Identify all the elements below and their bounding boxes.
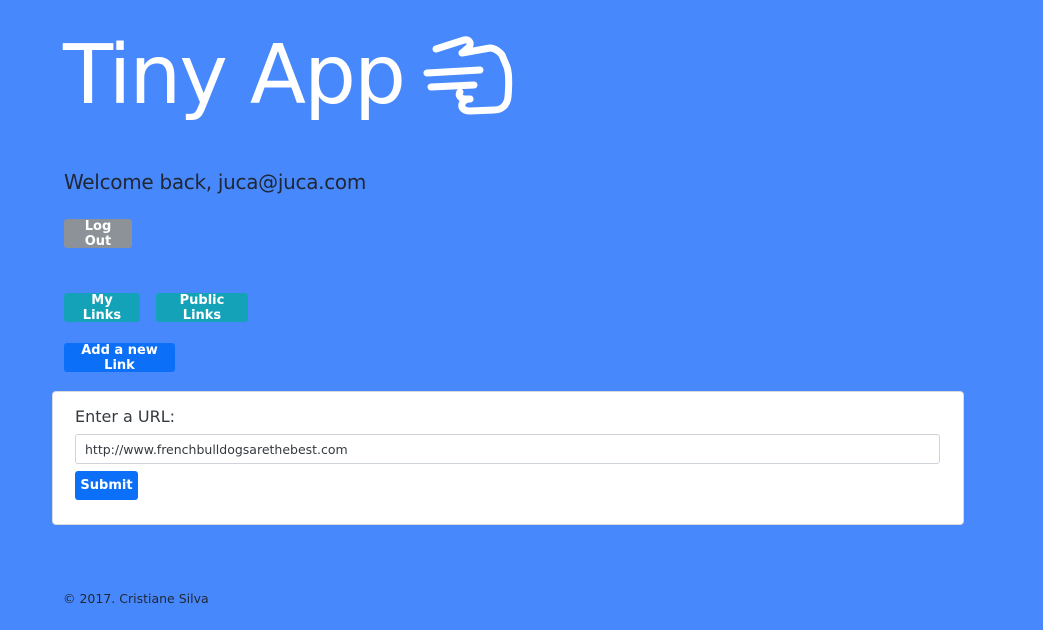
add-link-button[interactable]: Add a new Link [64,343,175,373]
url-label: Enter a URL: [75,407,176,426]
public-links-button[interactable]: Public Links [156,293,248,323]
submit-button[interactable]: Submit [75,471,138,500]
app-header: Tiny App [63,26,514,126]
my-links-button[interactable]: My Links [64,293,140,323]
welcome-message: Welcome back, juca@juca.com [64,170,367,194]
url-form-card: Enter a URL: Submit [52,391,964,525]
pointing-hand-icon [422,35,514,117]
logout-button[interactable]: Log Out [64,219,132,249]
url-input[interactable] [75,434,940,464]
footer-copyright: © 2017. Cristiane Silva [63,591,209,606]
app-title: Tiny App [63,28,406,123]
